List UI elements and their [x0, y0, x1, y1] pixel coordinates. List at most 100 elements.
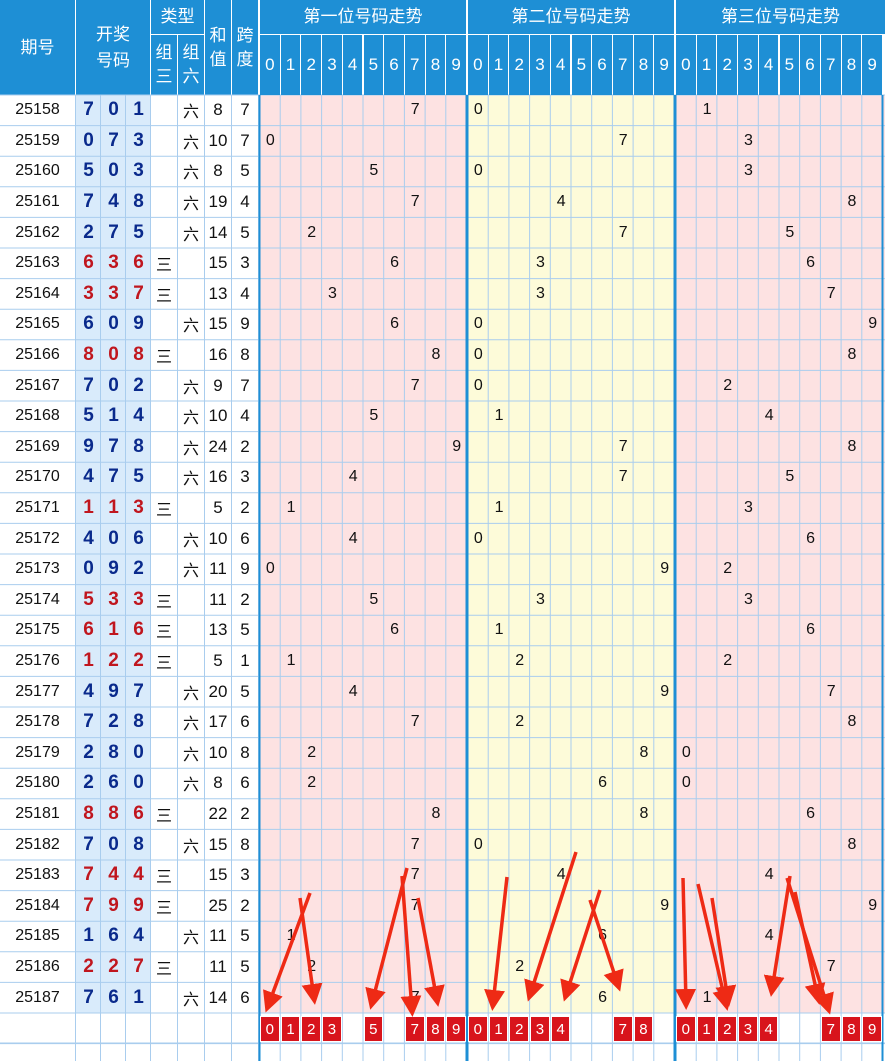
draw-digit: 3: [83, 282, 94, 304]
draw-digit: 1: [133, 99, 144, 121]
draw-digit: 1: [108, 497, 119, 519]
sum-value: 11: [209, 926, 227, 946]
sum-value: 11: [209, 589, 227, 609]
footer-pick: 7: [820, 1016, 841, 1042]
issue-number: 25174: [15, 590, 60, 608]
draw-digit: 4: [83, 527, 94, 549]
trend-mark: 6: [390, 315, 399, 333]
draw-digit: 7: [133, 956, 144, 978]
type-z3-cell: 三: [155, 257, 172, 275]
trend-mark: 6: [598, 988, 607, 1006]
trend-mark: 0: [681, 774, 691, 792]
type-z6-cell: 六: [182, 104, 199, 122]
issue-number: 25176: [15, 652, 60, 670]
trend-mark: 6: [806, 805, 815, 823]
digit-header: 1: [488, 35, 509, 95]
draw-digit: 0: [83, 129, 94, 151]
digit-header: 5: [363, 35, 384, 95]
sum-value: 15: [208, 253, 228, 273]
issue-number: 25167: [15, 376, 60, 394]
sum-value: 10: [208, 406, 228, 426]
sum-value: 24: [208, 436, 228, 456]
trend-mark: 8: [639, 805, 649, 823]
span-value: 5: [240, 620, 250, 640]
type-z6-cell: 六: [182, 563, 199, 581]
trend-mark: 9: [452, 437, 462, 455]
trend-mark: 0: [473, 376, 483, 394]
draw-digit: 7: [83, 986, 94, 1008]
type-z6-cell: 六: [182, 532, 199, 550]
span-value: 2: [240, 895, 250, 915]
trend-mark: 4: [348, 529, 358, 547]
sum-value: 5: [213, 651, 223, 671]
draw-digit: 0: [83, 558, 94, 580]
type-z6-cell: [178, 493, 204, 524]
trend-mark: 6: [806, 621, 815, 639]
type-z6-cell: [178, 646, 204, 677]
footer-pick: 3: [738, 1016, 758, 1042]
footer-pick: 5: [363, 1016, 384, 1042]
digit-header: 4: [550, 35, 571, 95]
type-z3-cell: 三: [155, 961, 172, 979]
trend-mark: 4: [556, 866, 566, 884]
type-z3-cell: 三: [155, 899, 172, 917]
sum-value: 8: [213, 773, 223, 793]
draw-digit: 4: [108, 191, 119, 213]
sum-value: 8: [213, 161, 223, 181]
trend-mark: 3: [535, 590, 545, 608]
sum-value: 10: [208, 130, 228, 150]
issue-number: 25172: [15, 529, 60, 547]
digit-header: 4: [342, 35, 363, 95]
trend-mark: 2: [723, 652, 733, 670]
type-z3-cell: [151, 126, 177, 157]
draw-digit: 4: [133, 864, 144, 886]
span-value: 2: [240, 498, 250, 518]
type-z3-cell: [151, 187, 177, 218]
span-value: 2: [240, 804, 250, 824]
type-z3-cell: 三: [155, 349, 172, 367]
type-z6-cell: [178, 891, 204, 922]
issue-number: 25180: [15, 774, 60, 792]
draw-digit: 7: [108, 129, 119, 151]
footer-pick: 7: [612, 1016, 633, 1042]
type-z6-cell: 六: [182, 165, 199, 183]
draw-digit: 2: [83, 741, 94, 763]
trend-mark: 1: [494, 499, 504, 517]
draw-digit: 3: [133, 160, 144, 182]
draw-digit: 6: [108, 986, 119, 1008]
type-z6-cell: 六: [182, 685, 199, 703]
trend-mark: 5: [369, 590, 379, 608]
draw-digit: 2: [108, 650, 119, 672]
trend-mark: 7: [618, 223, 628, 241]
sum-value: 14: [208, 222, 228, 242]
draw-digit: 9: [108, 680, 119, 702]
draw-digit: 7: [83, 99, 94, 121]
trend-mark: 0: [473, 315, 483, 333]
sum-value: 20: [208, 681, 228, 701]
type-z3-cell: [151, 156, 177, 187]
draw-digit: 3: [108, 282, 119, 304]
span-value: 4: [240, 283, 250, 303]
type-z3-cell: [151, 462, 177, 493]
type-z6-cell: 六: [182, 410, 199, 428]
type-z6-cell: 六: [182, 746, 199, 764]
digit-header: 2: [301, 35, 322, 95]
draw-digit: 3: [133, 129, 144, 151]
span-value: 8: [240, 834, 250, 854]
type-z6-cell: [178, 952, 204, 983]
draw-digit: 6: [108, 772, 119, 794]
trend-mark: 3: [535, 254, 545, 272]
draw-digit: 6: [133, 803, 144, 825]
issue-number: 25171: [15, 499, 60, 517]
draw-digit: 5: [83, 160, 94, 182]
span-value: 4: [240, 406, 250, 426]
draw-digit: 0: [133, 741, 144, 763]
draw-digit: 6: [133, 527, 144, 549]
issue-number: 25181: [15, 805, 60, 823]
span-value: 5: [240, 681, 250, 701]
issue-number: 25169: [15, 437, 60, 455]
sum-value: 13: [208, 620, 228, 640]
issue-number: 25178: [15, 713, 60, 731]
draw-digit: 0: [108, 313, 119, 335]
span-value: 5: [240, 926, 250, 946]
